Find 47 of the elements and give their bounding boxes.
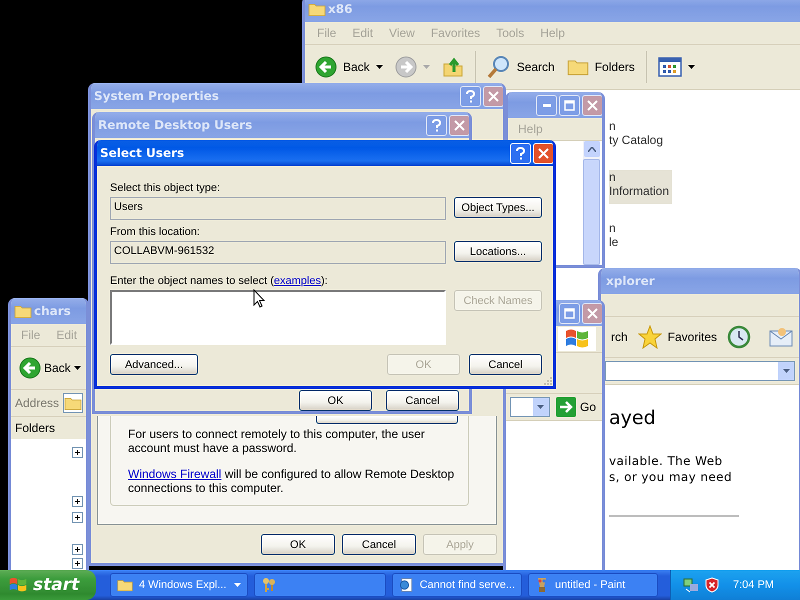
file-name: n [609,221,617,235]
field-label: From this location: [110,226,201,238]
taskbar-button[interactable]: Cannot find serve... [392,573,522,597]
page-text: vailable. The Web [609,453,724,469]
search-button[interactable]: Search [482,53,559,81]
file-description: ty Catalog [609,133,664,147]
page-heading: ayed [609,407,657,429]
catalog-entry[interactable]: n Information [609,170,672,204]
page-text: s, or you may need [609,469,733,485]
locations-button[interactable]: Locations... [454,241,542,262]
window-title: chars [34,304,72,318]
field-label: Select this object type: [110,182,222,194]
file-name: n [609,119,617,133]
location-field: COLLABVM-961532 [110,241,446,264]
folders-button[interactable]: Folders [562,56,639,78]
start-button[interactable]: start [0,570,96,600]
examples-link[interactable]: examples [274,275,321,287]
catalog-entry[interactable]: n ty Catalog [609,119,666,153]
cancel-button[interactable]: Cancel [469,354,542,375]
window-title: Select Users [100,146,186,160]
ok-button[interactable]: OK [261,534,335,555]
clock: 7:04 PM [733,579,774,591]
advanced-button[interactable]: Advanced... [110,354,198,375]
window-title: System Properties [94,89,220,103]
field-label: Enter the object names to select (examples): [110,275,329,287]
window-title: Remote Desktop Users [98,118,254,132]
catalog-entry[interactable]: n le [609,221,622,255]
address-label: Address [15,396,60,410]
ok-button[interactable]: OK [299,390,372,411]
search-button[interactable]: rch [607,328,632,346]
cancel-button[interactable]: Cancel [342,534,416,555]
object-types-button[interactable]: Object Types... [454,197,542,218]
firewall-note: Windows Firewall will be configured to allow Remote Desktop connections to this computer. [128,467,456,495]
window-title: x86 [328,2,354,16]
favorites-button[interactable]: Favorites [634,323,722,351]
file-description: Information [609,184,670,198]
back-button[interactable]: Back [17,355,83,381]
cancel-button[interactable]: Cancel [386,390,459,411]
taskbar-button[interactable]: untitled - Paint [528,573,658,597]
password-note: For users to connect remotely to this computer, the user account must have a password. [128,427,426,455]
firewall-link[interactable]: Windows Firewall [128,467,222,481]
taskbar-button[interactable]: 4 Windows Expl... [110,573,248,597]
object-type-field: Users [110,197,446,220]
window-title: xplorer [606,274,656,288]
back-button[interactable]: Back [311,54,387,80]
file-name: n [609,170,617,184]
file-description: le [609,235,618,249]
